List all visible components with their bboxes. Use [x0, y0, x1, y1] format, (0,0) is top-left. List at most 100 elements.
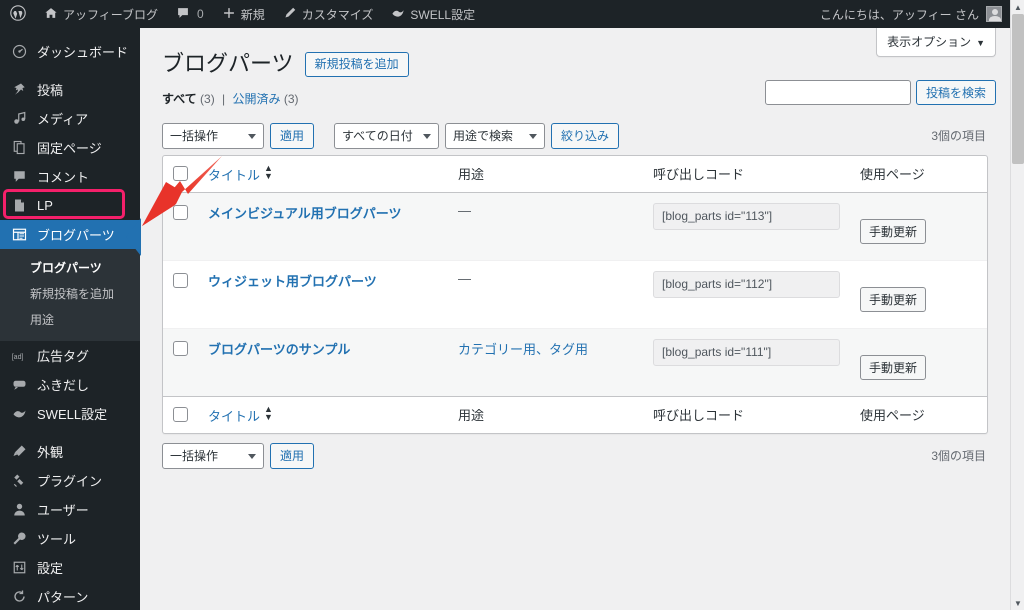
page-scrollbar[interactable]: ▲ ▼ [1010, 0, 1024, 610]
row-checkbox[interactable] [173, 340, 188, 356]
bulk-action-select-top[interactable]: 一括操作 [162, 122, 264, 149]
select-all-checkbox[interactable] [173, 165, 188, 181]
ad-tag-icon: [ad] [9, 350, 29, 362]
sidebar-item-patterns[interactable]: パターン [0, 582, 140, 610]
comment-icon [176, 6, 190, 22]
column-header-use: 用途 [448, 156, 643, 193]
row-title-link[interactable]: ブログパーツのサンプル [208, 342, 350, 357]
sidebar-item-comments[interactable]: コメント [0, 162, 140, 191]
view-published-count: (3) [283, 91, 299, 106]
sidebar-item-balloon[interactable]: ふきだし [0, 370, 140, 399]
table-row: ブログパーツのサンプル カテゴリー用、タグ用 [blog_parts id="1… [163, 328, 987, 396]
submenu-item-use[interactable]: 用途 [0, 307, 140, 333]
bulk-action-select-bottom[interactable]: 一括操作 [162, 442, 264, 469]
shortcode-field[interactable]: [blog_parts id="113"] [653, 202, 840, 230]
scrollbar-thumb[interactable] [1012, 14, 1024, 164]
view-all-label[interactable]: すべて [162, 92, 197, 106]
admin-content-area: 表示オプション ▼ ブログパーツ 新規投稿を追加 すべて (3) | 公開済み (… [140, 28, 1010, 610]
chevron-down-icon: ▼ [976, 38, 985, 48]
use-filter-select[interactable]: 用途で検索 [445, 122, 546, 149]
submenu-item-blogparts[interactable]: ブログパーツ [0, 255, 140, 281]
row-title-cell: メインビジュアル用ブログパーツ [198, 192, 448, 261]
admin-bar: アッフィーブログ 0 新規 カスタマイズ SWELL設定 こんにちは、アッフィー… [0, 0, 1010, 28]
admin-bar-swell-settings[interactable]: SWELL設定 [382, 0, 484, 28]
shortcode-field[interactable]: [blog_parts id="112"] [653, 270, 840, 298]
sidebar-item-lp[interactable]: LP [0, 191, 140, 220]
filter-button[interactable]: 絞り込み [551, 122, 620, 149]
view-published-label[interactable]: 公開済み [233, 92, 281, 106]
wordpress-logo-icon [10, 5, 26, 23]
sidebar-item-label: パターン [37, 590, 89, 605]
date-filter-select[interactable]: すべての日付 [334, 122, 440, 149]
appearance-icon [9, 444, 29, 459]
tablenav-bottom: 一括操作 適用 3個の項目 [162, 442, 988, 469]
search-input[interactable] [764, 80, 911, 105]
bulk-apply-button-top[interactable]: 適用 [270, 122, 315, 149]
table-body: メインビジュアル用ブログパーツ — [blog_parts id="113"] … [163, 192, 987, 396]
sidebar-item-appearance[interactable]: 外観 [0, 437, 140, 466]
screen-options-toggle[interactable]: 表示オプション ▼ [876, 28, 996, 57]
sidebar-item-pages[interactable]: 固定ページ [0, 133, 140, 162]
row-checkbox[interactable] [173, 204, 188, 220]
sidebar-item-tools[interactable]: ツール [0, 524, 140, 553]
admin-bar-site-name[interactable]: アッフィーブログ [35, 0, 167, 28]
admin-bar-my-account[interactable]: こんにちは、アッフィー さん [820, 6, 1010, 23]
bulk-apply-button-bottom[interactable]: 適用 [270, 442, 315, 469]
sidebar-item-users[interactable]: ユーザー [0, 495, 140, 524]
sidebar-item-plugins[interactable]: プラグイン [0, 466, 140, 495]
post-icon [9, 82, 29, 97]
displaying-num-top: 3個の項目 [931, 129, 986, 144]
tablenav-top: 一括操作 適用 すべての日付 用途で検索 絞り込み 3個の項目 [162, 122, 988, 149]
sidebar-item-label: 外観 [37, 445, 64, 460]
admin-bar-new-label: 新規 [240, 7, 265, 22]
row-code-cell: [blog_parts id="112"] [643, 261, 850, 329]
row-checkbox[interactable] [173, 272, 188, 288]
submenu-item-add-new[interactable]: 新規投稿を追加 [0, 281, 140, 307]
select-all-checkbox-footer[interactable] [173, 406, 188, 422]
column-header-title[interactable]: タイトル ▲ ▼ [198, 156, 448, 193]
sort-title-link[interactable]: タイトル [208, 168, 260, 183]
admin-bar-new-content[interactable]: 新規 [213, 0, 274, 28]
menu-spacer [0, 66, 140, 75]
wordpress-logo-menu[interactable] [0, 0, 35, 28]
sidebar-item-dashboard[interactable]: ダッシュボード [0, 37, 140, 66]
sidebar-item-label: ダッシュボード [37, 45, 129, 60]
sidebar-item-media[interactable]: メディア [0, 104, 140, 133]
manual-refresh-button[interactable]: 手動更新 [860, 286, 927, 312]
column-header-pages: 使用ページ [850, 156, 987, 193]
row-use-cell: — [448, 261, 643, 329]
column-header-code: 呼び出しコード [643, 156, 850, 193]
search-submit-button[interactable]: 投稿を検索 [915, 80, 996, 105]
shortcode-field[interactable]: [blog_parts id="111"] [653, 338, 840, 366]
column-footer-title[interactable]: タイトル ▲ ▼ [198, 395, 448, 433]
scroll-down-arrow-icon[interactable]: ▼ [1011, 596, 1024, 610]
view-all-count: (3) [200, 91, 215, 106]
swell-icon [391, 6, 405, 22]
sidebar-item-label: メディア [37, 112, 89, 127]
patterns-icon [9, 589, 29, 604]
page-title-row: ブログパーツ 新規投稿を追加 [162, 50, 988, 79]
manual-refresh-button[interactable]: 手動更新 [860, 354, 927, 380]
sidebar-item-posts[interactable]: 投稿 [0, 75, 140, 104]
select-all-header [163, 156, 198, 193]
sidebar-item-settings[interactable]: 設定 [0, 553, 140, 582]
admin-bar-customize[interactable]: カスタマイズ [274, 0, 383, 28]
manual-refresh-button[interactable]: 手動更新 [860, 218, 927, 244]
row-use-link[interactable]: カテゴリー用、タグ用 [458, 342, 588, 357]
sidebar-submenu-blogparts: ブログパーツ 新規投稿を追加 用途 [0, 249, 140, 341]
table-head: タイトル ▲ ▼ 用途 呼び出しコード 使用ページ [163, 156, 987, 193]
sidebar-item-blogparts[interactable]: ブログパーツ [0, 220, 140, 249]
sidebar-item-swell-settings[interactable]: SWELL設定 [0, 399, 140, 428]
row-title-link[interactable]: メインビジュアル用ブログパーツ [208, 206, 401, 221]
home-icon [44, 6, 58, 22]
scroll-up-arrow-icon[interactable]: ▲ [1011, 0, 1024, 14]
sidebar-item-ad-tag[interactable]: [ad] 広告タグ [0, 341, 140, 370]
sort-title-link-footer[interactable]: タイトル [208, 409, 260, 424]
displaying-num-bottom: 3個の項目 [931, 449, 986, 464]
settings-icon [9, 560, 29, 575]
sidebar-item-label: ユーザー [37, 503, 89, 518]
admin-bar-comments[interactable]: 0 [167, 0, 213, 28]
add-new-button[interactable]: 新規投稿を追加 [304, 51, 409, 77]
comment-icon [9, 169, 29, 184]
row-title-link[interactable]: ウィジェット用ブログパーツ [208, 274, 377, 289]
